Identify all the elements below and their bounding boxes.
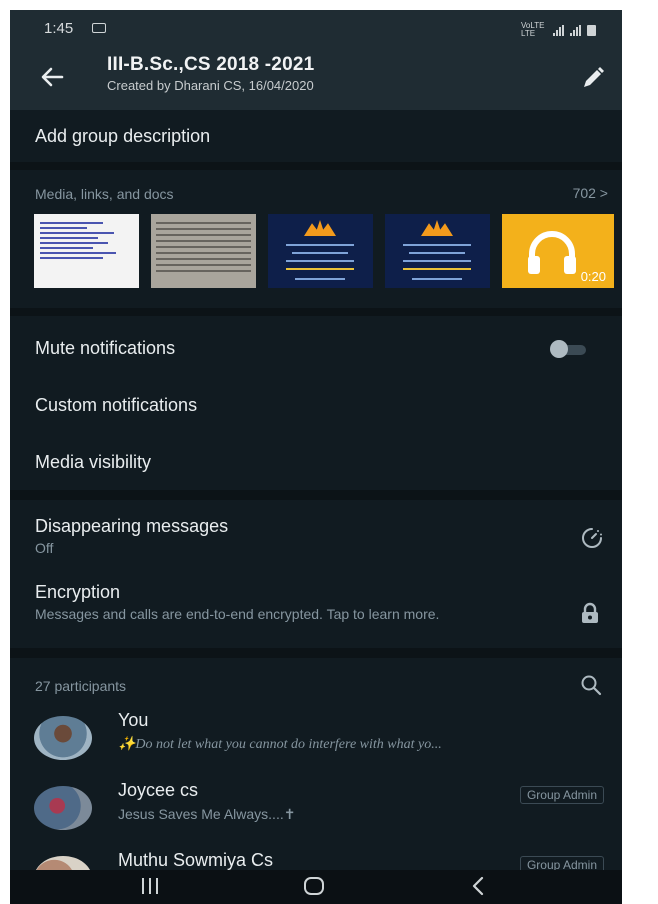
add-description-label: Add group description (35, 126, 211, 146)
system-navigation-bar (10, 870, 622, 904)
participant-name: Muthu Sowmiya Cs (118, 850, 274, 870)
avatar[interactable] (34, 786, 92, 830)
avatar[interactable] (34, 716, 92, 760)
status-indicators: VoLTE LTE (521, 22, 596, 38)
participants-count: 27 participants (35, 678, 127, 694)
app-bar: III-B.Sc.,CS 2018 -2021 Created by Dhara… (10, 48, 622, 110)
participant-row[interactable]: Joycee cs Jesus Saves Me Always....✝ Gro… (10, 780, 622, 846)
encryption-label[interactable]: Encryption (35, 582, 120, 603)
nav-back-icon[interactable] (470, 875, 486, 897)
mute-notifications-label[interactable]: Mute notifications (35, 338, 175, 359)
group-info-screen: 1:45 VoLTE LTE III-B.Sc.,CS 2018 -2021 C… (10, 10, 622, 904)
status-time: 1:45 (44, 20, 74, 37)
participant-about: Jesus Saves Me Always....✝ (118, 806, 296, 822)
battery-icon (587, 24, 596, 36)
media-links-docs-label[interactable]: Media, links, and docs (35, 186, 174, 202)
participant-about: ✨Do not let what you cannot do interfere… (118, 737, 442, 752)
back-arrow-icon[interactable] (36, 62, 70, 92)
recent-apps-icon[interactable] (142, 878, 158, 894)
edit-pencil-icon[interactable] (578, 63, 608, 93)
participants-section: 27 participants You ✨Do not let what you… (10, 658, 622, 900)
group-description-row[interactable]: Add group description (10, 110, 622, 162)
privacy-section: Disappearing messages Off Encryption Mes… (10, 500, 622, 648)
media-section: Media, links, and docs 702 > 0:20 (10, 170, 622, 308)
media-count[interactable]: 702 > (573, 185, 608, 201)
disappearing-messages-value: Off (35, 540, 54, 556)
media-thumbnail-document[interactable] (34, 214, 139, 288)
lock-icon (582, 602, 598, 623)
group-created-by: Created by Dharani CS, 16/04/2020 (107, 78, 314, 93)
disappearing-messages-label[interactable]: Disappearing messages (35, 516, 228, 537)
group-admin-badge: Group Admin (519, 786, 604, 804)
media-thumbnail-newspaper[interactable] (151, 214, 256, 288)
custom-notifications-label[interactable]: Custom notifications (35, 395, 197, 416)
status-bar: 1:45 VoLTE LTE (10, 10, 622, 48)
participant-name: Joycee cs (118, 780, 199, 800)
headphones-icon (528, 231, 576, 274)
network-type-label: VoLTE LTE (521, 21, 545, 38)
media-thumbnail-poster[interactable] (268, 214, 373, 288)
search-icon[interactable] (580, 674, 602, 696)
signal-icon (553, 24, 564, 36)
media-visibility-label[interactable]: Media visibility (35, 452, 151, 473)
encryption-description: Messages and calls are end-to-end encryp… (35, 606, 440, 622)
signal-icon-2 (570, 24, 581, 36)
gallery-notification-icon (92, 23, 106, 33)
participant-name: You (118, 710, 149, 730)
participant-row[interactable]: You ✨Do not let what you cannot do inter… (10, 710, 622, 776)
mute-notifications-toggle[interactable] (550, 340, 588, 358)
group-title: III-B.Sc.,CS 2018 -2021 (107, 54, 315, 75)
notification-settings-section: Mute notifications Custom notifications … (10, 316, 622, 490)
media-thumbnails: 0:20 (34, 214, 622, 288)
media-thumbnail-poster-2[interactable] (385, 214, 490, 288)
home-icon[interactable] (304, 877, 324, 895)
group-title-block[interactable]: III-B.Sc.,CS 2018 -2021 Created by Dhara… (107, 54, 314, 93)
audio-duration: 0:20 (580, 269, 606, 284)
media-thumbnail-audio[interactable]: 0:20 (502, 214, 614, 288)
timer-icon (582, 528, 602, 548)
